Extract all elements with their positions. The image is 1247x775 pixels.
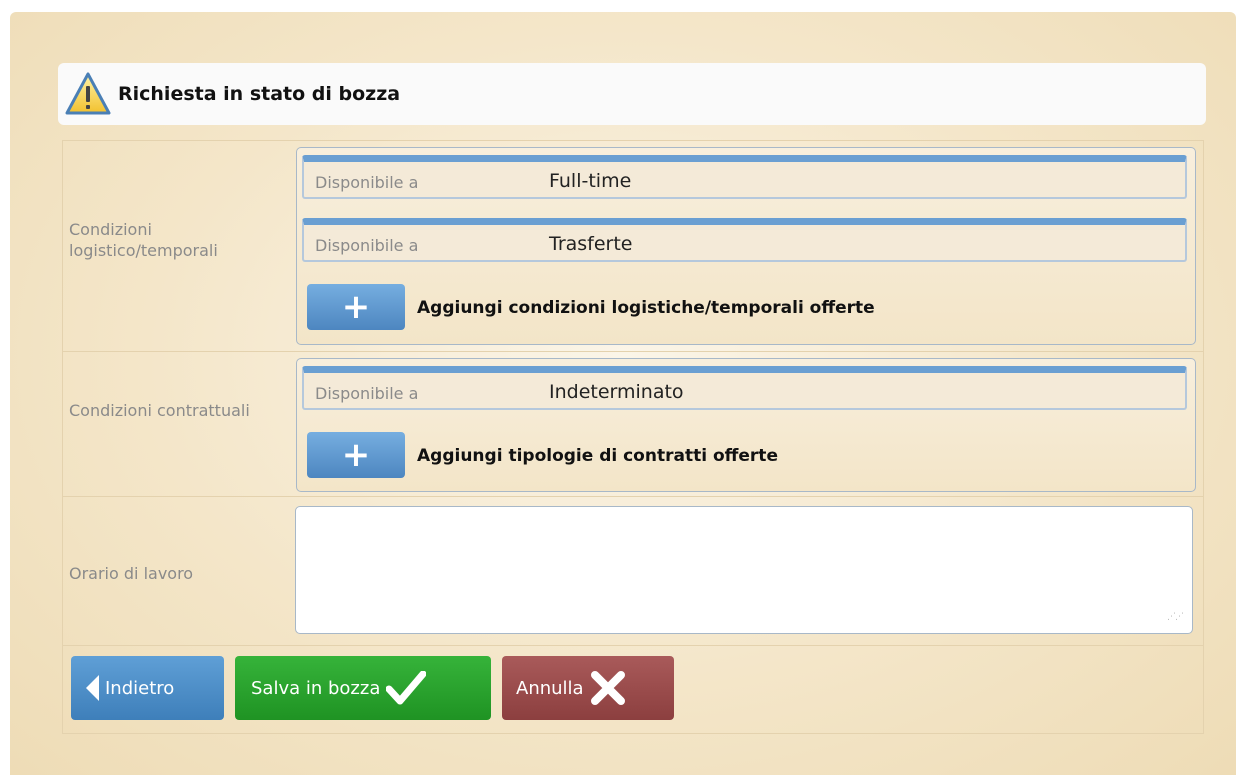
item-key: Disponibile a: [315, 173, 419, 192]
arrow-left-icon: [86, 675, 99, 701]
cancel-button-label: Annulla: [516, 677, 584, 699]
add-contract-type-button[interactable]: +: [307, 432, 405, 478]
warning-icon: [65, 72, 111, 115]
logistic-condition-item[interactable]: Disponibile a Trasferte: [302, 218, 1187, 262]
back-button-label: Indietro: [105, 677, 175, 699]
item-key: Disponibile a: [315, 384, 419, 403]
working-hours-textarea[interactable]: [295, 506, 1193, 634]
draft-status-alert: Richiesta in stato di bozza: [58, 63, 1206, 125]
alert-title: Richiesta in stato di bozza: [118, 83, 401, 105]
back-button[interactable]: Indietro: [71, 656, 224, 720]
item-value: Trasferte: [549, 233, 633, 255]
plus-icon: +: [341, 287, 371, 327]
logistic-conditions-label: Condizioni logistico/temporali: [69, 220, 218, 260]
cancel-button[interactable]: Annulla: [502, 656, 674, 720]
add-logistic-condition-label[interactable]: Aggiungi condizioni logistiche/temporali…: [417, 298, 875, 318]
plus-icon: +: [341, 435, 371, 475]
add-logistic-condition-button[interactable]: +: [307, 284, 405, 330]
resize-grip-icon[interactable]: ⋰⋰: [1167, 612, 1237, 767]
item-key: Disponibile a: [315, 236, 419, 255]
row-contract-conditions: Condizioni contrattuali Disponibile a In…: [63, 352, 1203, 497]
row-logistic-conditions: Condizioni logistico/temporali Disponibi…: [63, 141, 1203, 352]
logistic-conditions-group: Disponibile a Full-time Disponibile a Tr…: [296, 147, 1196, 345]
item-value: Full-time: [549, 170, 632, 192]
item-value: Indeterminato: [549, 381, 684, 403]
close-icon: [590, 671, 625, 705]
save-draft-button-label: Salva in bozza: [251, 677, 381, 699]
logistic-condition-item[interactable]: Disponibile a Full-time: [302, 155, 1187, 199]
working-hours-label: Orario di lavoro: [69, 564, 194, 583]
save-draft-button[interactable]: Salva in bozza: [235, 656, 491, 720]
add-contract-type-label[interactable]: Aggiungi tipologie di contratti offerte: [417, 446, 778, 466]
contract-condition-item[interactable]: Disponibile a Indeterminato: [302, 366, 1187, 410]
request-form: Condizioni logistico/temporali Disponibi…: [62, 140, 1204, 734]
contract-conditions-group: Disponibile a Indeterminato + Aggiungi t…: [296, 358, 1196, 492]
contract-conditions-label: Condizioni contrattuali: [69, 401, 250, 420]
checkmark-icon: [386, 671, 427, 705]
